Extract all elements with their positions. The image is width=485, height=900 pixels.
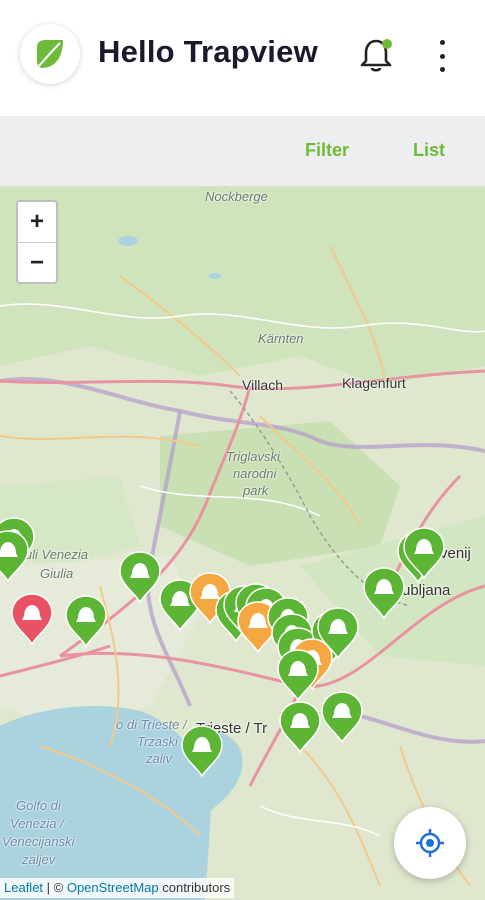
map-label-triglav-2: narodni — [233, 466, 277, 481]
trap-marker-ok[interactable] — [320, 690, 364, 744]
map-toolbar: Filter List — [0, 116, 485, 186]
trap-marker-ok[interactable] — [180, 724, 224, 778]
attribution-suffix: contributors — [158, 880, 231, 895]
map-label-golfo-trieste-2: Trzaski — [137, 734, 178, 749]
map-label-golfo-venezia-4: zaljev — [22, 852, 56, 867]
map-label-golfo-venezia-3: Venecijanski — [2, 834, 75, 849]
map-label-nockberge: Nockberge — [205, 189, 268, 204]
map-label-golfo-venezia-1: Golfo di — [16, 798, 61, 813]
zoom-control: + − — [16, 200, 58, 284]
map-label-klagenfurt: Klagenfurt — [342, 375, 406, 391]
more-vertical-icon[interactable] — [428, 40, 456, 72]
zoom-out-button[interactable]: − — [18, 243, 56, 283]
map-label-villach: Villach — [242, 377, 283, 393]
map-label-ljubljana: ubljana — [402, 582, 451, 599]
filter-button[interactable]: Filter — [305, 140, 349, 161]
trap-marker-ok[interactable] — [0, 529, 30, 583]
map-label-golfo-venezia-2: Venezia / — [10, 816, 64, 831]
map-label-karnten: Kärnten — [258, 331, 304, 346]
map-label-golfo-trieste-1: o di Trieste / — [116, 717, 187, 732]
leaf-logo-icon — [20, 24, 80, 84]
map-view[interactable]: Nockberge Kärnten Villach Klagenfurt Tri… — [0, 186, 485, 900]
map-attribution: Leaflet | © OpenStreetMap contributors — [0, 878, 235, 898]
map-label-triglav-3: park — [243, 483, 269, 498]
trap-marker-ok[interactable] — [278, 700, 322, 754]
locate-button[interactable] — [394, 807, 466, 879]
leaflet-link[interactable]: Leaflet — [4, 880, 43, 895]
crosshair-locate-icon — [416, 829, 444, 857]
list-button[interactable]: List — [413, 140, 445, 161]
trap-marker-ok[interactable] — [118, 550, 162, 604]
zoom-in-button[interactable]: + — [18, 202, 56, 243]
trap-marker-alert[interactable] — [10, 592, 54, 646]
trap-marker-ok[interactable] — [276, 648, 320, 702]
osm-link[interactable]: OpenStreetMap — [67, 880, 159, 895]
app-title: Hello Trapview — [98, 34, 318, 69]
app-header: Hello Trapview — [0, 0, 485, 112]
map-label-golfo-trieste-3: zaliv — [146, 751, 173, 766]
trap-marker-ok[interactable] — [402, 526, 446, 580]
trap-marker-ok[interactable] — [64, 594, 108, 648]
map-label-triglav-1: Triglavski — [226, 449, 280, 464]
attribution-separator: | © — [43, 880, 67, 895]
map-label-friuli-2: Giulia — [40, 566, 74, 581]
bell-icon[interactable] — [356, 36, 396, 76]
